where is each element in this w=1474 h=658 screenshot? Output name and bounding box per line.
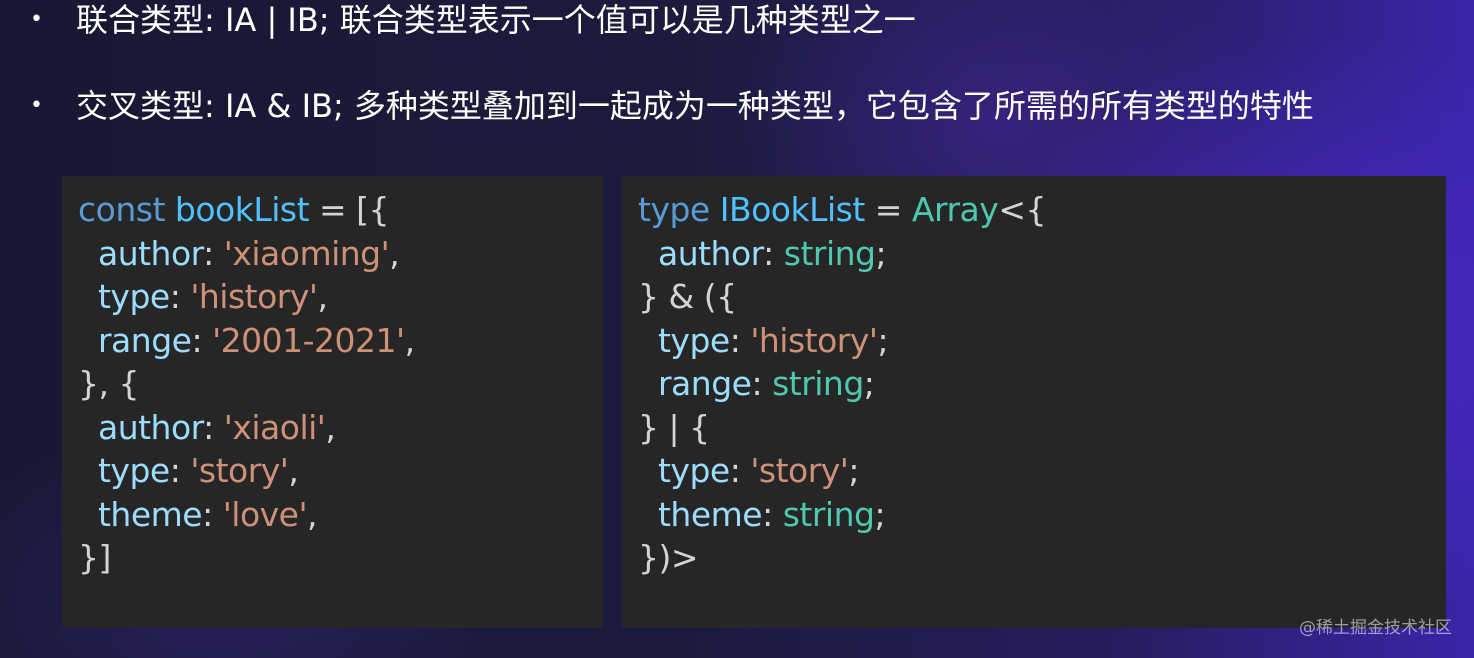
code-token: theme: [657, 494, 763, 534]
code-token: author: [657, 233, 764, 273]
code-token: type: [97, 277, 170, 316]
code-panel-booklist-type: type IBookList = Array<{ author: string;…: [622, 176, 1446, 628]
code-token: theme: [97, 494, 203, 534]
code-token: 'love': [222, 494, 308, 534]
code-token: :: [762, 494, 783, 534]
code-line: theme: 'love',: [78, 493, 603, 537]
bullet-dot: •: [30, 93, 43, 118]
code-token: IBookList: [719, 190, 866, 229]
code-token: type: [657, 451, 730, 490]
code-token: type: [638, 190, 710, 229]
code-token: }, {: [78, 364, 139, 403]
code-token: range: [657, 364, 752, 403]
code-line: theme: string;: [638, 493, 1446, 537]
code-token: type: [657, 320, 730, 360]
code-token: :: [169, 451, 191, 490]
code-panel-booklist-value: const bookList = [{ author: 'xiaoming', …: [62, 176, 603, 628]
code-line: range: string;: [638, 362, 1446, 406]
code-token: ,: [325, 407, 336, 447]
code-token: author: [97, 407, 204, 447]
code-token: ,: [288, 451, 299, 490]
code-token: } & ({: [638, 277, 737, 316]
code-token: 'history': [190, 277, 318, 316]
code-token: '2001-2021': [212, 320, 405, 360]
code-token: :: [169, 277, 191, 316]
code-line: })>: [638, 536, 1446, 580]
code-line: type: 'history',: [78, 275, 603, 319]
code-line: }]: [78, 536, 603, 580]
code-line: } | {: [638, 406, 1446, 450]
code-line: type: 'story';: [638, 449, 1446, 493]
code-token: :: [203, 233, 224, 273]
code-token: =: [864, 190, 912, 229]
code-token: ;: [877, 320, 889, 360]
code-token: })>: [638, 538, 699, 577]
code-token: string: [782, 494, 875, 534]
code-line: const bookList = [{: [78, 188, 603, 232]
code-line: }, {: [78, 362, 603, 406]
code-token: 'xiaoming': [223, 233, 390, 273]
bullet-dot: •: [30, 7, 43, 32]
code-token: :: [203, 407, 224, 447]
code-token: ,: [389, 233, 400, 273]
code-token: ,: [317, 277, 328, 316]
code-token: } | {: [638, 407, 710, 447]
code-token: ;: [875, 233, 887, 273]
code-token: :: [729, 320, 751, 360]
code-token: range: [97, 320, 192, 360]
code-token: 'story': [190, 451, 289, 490]
bullet-text: 联合类型: IA | IB; 联合类型表示一个值可以是几种类型之一: [76, 1, 916, 39]
code-token: string: [783, 233, 876, 273]
code-token: 'story': [750, 451, 849, 490]
code-token: ,: [307, 494, 318, 534]
code-line: author: 'xiaoli',: [78, 406, 603, 450]
code-token: <{: [998, 190, 1046, 229]
code-token: :: [763, 233, 784, 273]
bullet-intersection-type: • 交叉类型: IA & IB; 多种类型叠加到一起成为一种类型，它包含了所需的…: [30, 86, 1314, 126]
code-token: Array: [911, 190, 999, 229]
code-token: :: [191, 320, 213, 360]
code-line: author: 'xiaoming',: [78, 232, 603, 276]
code-line: author: string;: [638, 232, 1446, 276]
code-token: :: [751, 364, 773, 403]
bullet-union-type: • 联合类型: IA | IB; 联合类型表示一个值可以是几种类型之一: [30, 0, 916, 40]
code-token: :: [729, 451, 751, 490]
code-token: ;: [863, 364, 875, 403]
code-token: 'xiaoli': [223, 407, 326, 447]
watermark: @稀土掘金技术社区: [1299, 618, 1452, 638]
code-token: type: [97, 451, 170, 490]
code-token: = [{: [309, 190, 390, 229]
code-token: string: [772, 364, 864, 403]
code-token: author: [97, 233, 204, 273]
code-token: ;: [874, 494, 886, 534]
code-token: const: [78, 190, 165, 229]
code-line: type IBookList = Array<{: [638, 188, 1446, 232]
code-token: 'history': [750, 320, 878, 360]
code-token: :: [202, 494, 223, 534]
code-token: }]: [78, 538, 111, 577]
code-token: bookList: [174, 190, 310, 229]
code-line: } & ({: [638, 275, 1446, 319]
code-token: ,: [404, 320, 416, 360]
code-line: range: '2001-2021',: [78, 319, 603, 363]
code-token: ;: [848, 451, 859, 490]
code-line: type: 'story',: [78, 449, 603, 493]
code-line: type: 'history';: [638, 319, 1446, 363]
bullet-text: 交叉类型: IA & IB; 多种类型叠加到一起成为一种类型，它包含了所需的所有…: [76, 87, 1314, 125]
